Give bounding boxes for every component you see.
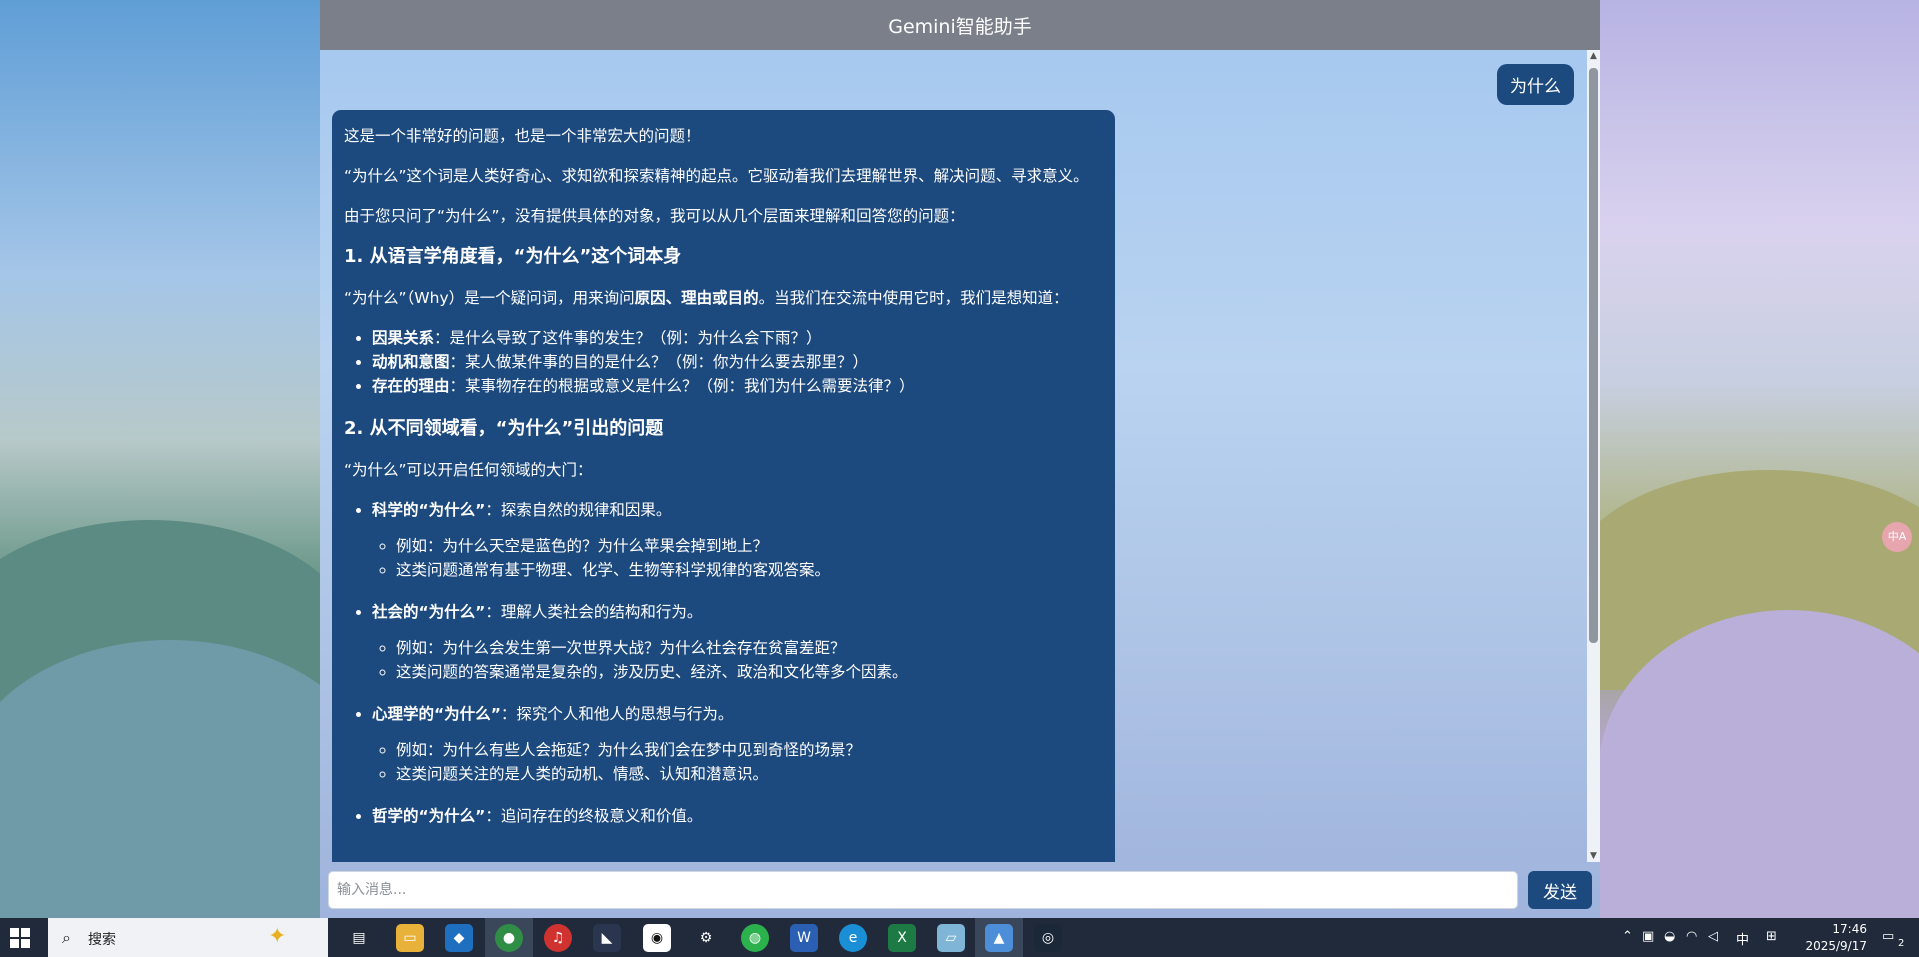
task-view-icon[interactable]: ▤: [345, 924, 373, 952]
list-item: 例如：为什么天空是蓝色的？为什么苹果会掉到地上？: [396, 534, 1103, 558]
user-message-bubble: 为什么: [1497, 64, 1574, 105]
bullet-list: 科学的“为什么”：探索自然的规律和因果。 例如：为什么天空是蓝色的？为什么苹果会…: [344, 498, 1103, 828]
ime-language-indicator[interactable]: 中: [1736, 929, 1749, 948]
volume-icon[interactable]: ◁: [1708, 929, 1718, 944]
list-item: 这类问题关注的是人类的动机、情感、认知和潜意识。: [396, 762, 1103, 786]
message-paragraph: 这是一个非常好的问题，也是一个非常宏大的问题！: [344, 127, 701, 145]
clock-time: 17:46: [1832, 922, 1867, 936]
desktop-wallpaper-right: [1569, 0, 1919, 930]
assistant-message-bubble: 这是一个非常好的问题，也是一个非常宏大的问题！ “为什么”这个词是人类好奇心、求…: [332, 110, 1115, 862]
wifi-icon[interactable]: ◠: [1686, 929, 1697, 944]
file-explorer-icon[interactable]: ▭: [396, 924, 424, 952]
message-paragraph: “为什么”这个词是人类好奇心、求知欲和探索精神的起点。它驱动着我们去理解世界、解…: [344, 167, 1089, 185]
chat-scrollbar[interactable]: ▲ ▼: [1587, 50, 1600, 862]
notepad-icon[interactable]: ▱: [937, 924, 965, 952]
section-heading: 1. 从语言学角度看，“为什么”这个词本身: [344, 246, 682, 267]
wechat-icon[interactable]: ◍: [741, 924, 769, 952]
chrome-icon[interactable]: ●: [495, 924, 523, 952]
translate-extension-icon[interactable]: 中A: [1882, 522, 1912, 552]
list-item: 心理学的“为什么”：探究个人和他人的思想与行为。 例如：为什么有些人会拖延？为什…: [372, 702, 1103, 786]
sub-list: 例如：为什么天空是蓝色的？为什么苹果会掉到地上？ 这类问题通常有基于物理、化学、…: [372, 534, 1103, 582]
windows-taskbar: ⌕ 搜索 ✦ ▤ ▭ ◆ ● ♫ ◣ ◉ ⚙ ◍ W e X ▱ ▲ ◎ ⌃ ▣…: [0, 918, 1919, 957]
notification-icon[interactable]: ▭: [1882, 929, 1894, 944]
list-item: 动机和意图：某人做某件事的目的是什么？（例：你为什么要去那里？）: [372, 350, 1103, 374]
edge-icon[interactable]: e: [839, 924, 867, 952]
ime-mode-icon[interactable]: ⊞: [1766, 929, 1777, 944]
scroll-down-arrow-icon[interactable]: ▼: [1587, 850, 1600, 862]
clock-date: 2025/9/17: [1805, 939, 1867, 953]
sub-list: 例如：为什么会发生第一次世界大战？为什么社会存在贫富差距？ 这类问题的答案通常是…: [372, 636, 1103, 684]
settings-gear-icon[interactable]: ⚙: [692, 924, 720, 952]
netease-music-icon[interactable]: ♫: [544, 924, 572, 952]
tray-overflow-chevron-icon[interactable]: ⌃: [1622, 929, 1633, 944]
list-item: 社会的“为什么”：理解人类社会的结构和行为。 例如：为什么会发生第一次世界大战？…: [372, 600, 1103, 684]
taskbar-clock[interactable]: 17:46 2025/9/17: [1795, 921, 1867, 955]
word-icon[interactable]: W: [790, 924, 818, 952]
message-paragraph: “为什么”可以开启任何领域的大门：: [344, 461, 593, 479]
chat-app-window: Gemini智能助手 为什么 这是一个非常好的问题，也是一个非常宏大的问题！ “…: [320, 0, 1600, 918]
tray-cat-icon[interactable]: ◒: [1664, 929, 1675, 944]
sub-list: 例如：为什么有些人会拖延？为什么我们会在梦中见到奇怪的场景？ 这类问题关注的是人…: [372, 738, 1103, 786]
qq-icon[interactable]: ◉: [643, 924, 671, 952]
app-title: Gemini智能助手: [888, 15, 1032, 38]
list-item: 例如：为什么有些人会拖延？为什么我们会在梦中见到奇怪的场景？: [396, 738, 1103, 762]
list-item: 这类问题的答案通常是复杂的，涉及历史、经济、政治和文化等多个因素。: [396, 660, 1103, 684]
section-heading: 2. 从不同领域看，“为什么”引出的问题: [344, 418, 664, 439]
send-button[interactable]: 发送: [1528, 871, 1592, 909]
vscode-icon[interactable]: ◆: [445, 924, 473, 952]
excel-icon[interactable]: X: [888, 924, 916, 952]
list-item: 这类问题通常有基于物理、化学、生物等科学规律的客观答案。: [396, 558, 1103, 582]
taskbar-search-label: 搜索: [88, 932, 116, 948]
message-paragraph: “为什么”（Why）是一个疑问词，用来询问原因、理由或目的。当我们在交流中使用它…: [344, 289, 1069, 307]
app-header: Gemini智能助手: [320, 0, 1600, 50]
windows-start-icon[interactable]: [10, 928, 30, 948]
tray-app-icon[interactable]: ▣: [1642, 929, 1654, 944]
list-item: 因果关系：是什么导致了这件事的发生？（例：为什么会下雨？）: [372, 326, 1103, 350]
desktop-wallpaper-left: [0, 0, 380, 940]
list-item: 存在的理由：某事物存在的根据或意义是什么？（例：我们为什么需要法律？）: [372, 374, 1103, 398]
message-paragraph: 由于您只问了“为什么”，没有提供具体的对象，我可以从几个层面来理解和回答您的问题…: [344, 207, 965, 225]
message-input-bar: 发送: [320, 862, 1600, 918]
photos-icon[interactable]: ▲: [985, 924, 1013, 952]
list-item: 例如：为什么会发生第一次世界大战？为什么社会存在贫富差距？: [396, 636, 1103, 660]
list-item: 哲学的“为什么”：追问存在的终极意义和价值。: [372, 804, 1103, 828]
steam-icon[interactable]: ◎: [1034, 924, 1062, 952]
notification-count: 2: [1898, 938, 1905, 949]
scrollbar-thumb[interactable]: [1589, 68, 1598, 643]
sparkle-icon: ✦: [268, 924, 287, 949]
bullet-list: 因果关系：是什么导致了这件事的发生？（例：为什么会下雨？） 动机和意图：某人做某…: [344, 326, 1103, 398]
chat-messages-area[interactable]: 为什么 这是一个非常好的问题，也是一个非常宏大的问题！ “为什么”这个词是人类好…: [320, 50, 1587, 862]
message-input[interactable]: [328, 871, 1518, 909]
scroll-up-arrow-icon[interactable]: ▲: [1587, 50, 1600, 62]
list-item: 科学的“为什么”：探索自然的规律和因果。 例如：为什么天空是蓝色的？为什么苹果会…: [372, 498, 1103, 582]
search-icon: ⌕: [62, 928, 71, 947]
game-app-icon[interactable]: ◣: [593, 924, 621, 952]
taskbar-search[interactable]: ⌕ 搜索 ✦: [48, 918, 328, 957]
